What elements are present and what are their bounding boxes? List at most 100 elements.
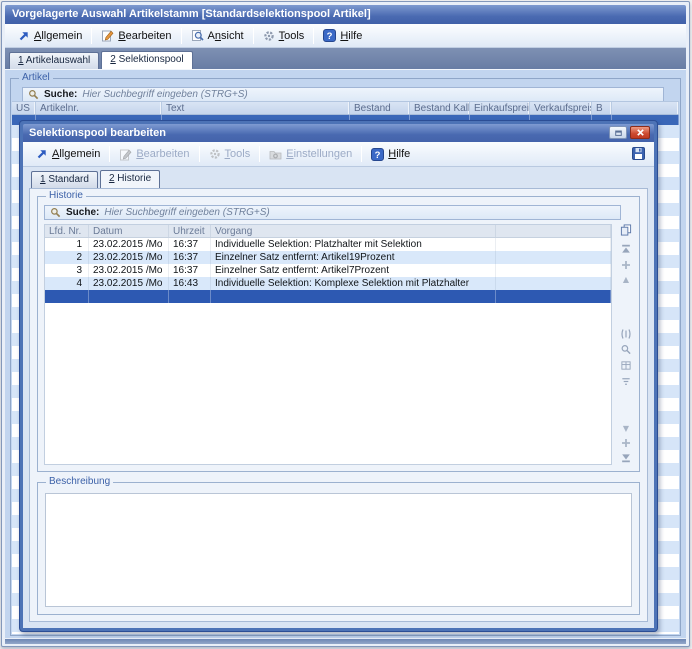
column-header-bestand-kalk[interactable]: Bestand Kalk.	[410, 102, 470, 114]
search-label: Suche:	[44, 89, 77, 100]
tab-standard[interactable]: 1 Standard	[31, 171, 98, 188]
tab-artikelauswahl[interactable]: 1 Artikelauswahl	[9, 52, 99, 69]
menu-item-label: Hilfe	[340, 30, 362, 42]
historie-table-header: Lfd. Nr. Datum Uhrzeit Vorgang	[45, 225, 611, 238]
column-header-datum[interactable]: Datum	[89, 225, 169, 237]
svg-text:?: ?	[375, 150, 381, 161]
svg-text:?: ?	[327, 31, 333, 42]
beschreibung-groupbox: Beschreibung	[37, 482, 640, 615]
menu-item-label: Tools	[279, 30, 305, 42]
filter-lines-icon[interactable]	[621, 376, 632, 387]
menu-item-tools[interactable]: Tools	[255, 24, 313, 47]
step-down-icon[interactable]: ▼	[623, 425, 629, 433]
edit-icon	[101, 29, 114, 42]
menu-item-label: Bearbeiten	[118, 30, 171, 42]
restore-icon	[614, 129, 623, 137]
step-up-icon[interactable]: ▲	[623, 276, 629, 284]
historie-search-bar: Suche:	[44, 205, 621, 220]
column-header-text[interactable]: Text	[162, 102, 350, 114]
menu-item-label: Bearbeiten	[136, 148, 189, 160]
column-header-uhrzeit[interactable]: Uhrzeit	[169, 225, 211, 237]
search-icon	[50, 207, 61, 218]
column-header-lfd-nr[interactable]: Lfd. Nr.	[45, 225, 89, 237]
search-label: Suche:	[66, 207, 99, 218]
menu-item-label: Allgemein	[34, 30, 82, 42]
artikel-group-label: Artikel	[19, 72, 53, 84]
dialog-menu-item-hilfe[interactable]: ? Hilfe	[363, 142, 418, 166]
main-window-title: Vorgelagerte Auswahl Artikelstamm [Stand…	[12, 8, 371, 20]
column-width-icon[interactable]	[620, 328, 632, 340]
menu-item-label: Einstellungen	[286, 148, 352, 160]
move-down-icon[interactable]	[621, 438, 631, 448]
window-bottom-edge	[5, 639, 686, 644]
dialog-body: 1 Standard 2 Historie Historie Suche: Lf…	[23, 167, 654, 628]
scroll-to-bottom-icon[interactable]	[621, 452, 632, 463]
main-window: Vorgelagerte Auswahl Artikelstamm [Stand…	[1, 1, 690, 647]
zoom-icon[interactable]	[621, 344, 632, 355]
dialog-menu-item-allgemein[interactable]: Allgemein	[28, 142, 108, 166]
menu-separator	[313, 28, 314, 44]
dialog-window-buttons	[609, 126, 650, 139]
historie-table: Lfd. Nr. Datum Uhrzeit Vorgang 1 23.02.2…	[44, 224, 612, 465]
dialog-tabstrip: 1 Standard 2 Historie	[29, 170, 648, 188]
menu-item-ansicht[interactable]: Ansicht	[183, 24, 252, 47]
menu-item-allgemein[interactable]: Allgemein	[10, 24, 90, 47]
column-header-filler	[612, 102, 679, 114]
copy-pages-icon[interactable]	[620, 224, 632, 236]
search-icon	[28, 89, 39, 100]
save-icon	[632, 147, 645, 160]
edit-icon	[119, 148, 132, 161]
menu-item-label: Allgemein	[52, 148, 100, 160]
dialog-title: Selektionspool bearbeiten	[29, 127, 166, 139]
column-header-bestand[interactable]: Bestand	[350, 102, 410, 114]
dialog-menu-item-einstellungen[interactable]: Einstellungen	[261, 142, 360, 166]
historie-search-input[interactable]	[104, 207, 615, 219]
menu-separator	[259, 146, 260, 162]
move-up-icon[interactable]	[621, 260, 631, 270]
column-header-vorgang[interactable]: Vorgang	[211, 225, 496, 237]
menu-separator	[361, 146, 362, 162]
close-icon	[636, 128, 645, 137]
beschreibung-textarea[interactable]	[46, 494, 631, 606]
column-header-artikelnr[interactable]: Artikelnr.	[36, 102, 162, 114]
dialog-titlebar[interactable]: Selektionspool bearbeiten	[23, 124, 654, 142]
menu-item-hilfe[interactable]: ? Hilfe	[315, 24, 370, 47]
menu-separator	[91, 28, 92, 44]
table-row[interactable]: 3 23.02.2015 /Mo 16:37 Einzelner Satz en…	[45, 264, 611, 277]
menu-item-label: Ansicht	[208, 30, 244, 42]
historie-groupbox: Historie Suche: Lfd. Nr. Datum Uhrzeit V…	[37, 196, 640, 472]
column-header-verkaufspreis[interactable]: Verkaufspreis	[530, 102, 592, 114]
tab-historie[interactable]: 2 Historie	[100, 170, 160, 188]
column-header-einkaufspreis[interactable]: Einkaufspreis	[470, 102, 530, 114]
tools-icon	[209, 148, 221, 160]
settings-icon	[269, 148, 282, 161]
tab-selektionspool[interactable]: 2 Selektionspool	[101, 51, 192, 69]
table-row[interactable]: 4 23.02.2015 /Mo 16:43 Individuelle Sele…	[45, 277, 611, 290]
menu-item-bearbeiten[interactable]: Bearbeiten	[93, 24, 179, 47]
column-header-us[interactable]: US	[12, 102, 36, 114]
column-header-b[interactable]: B	[592, 102, 612, 114]
main-window-titlebar[interactable]: Vorgelagerte Auswahl Artikelstamm [Stand…	[5, 5, 686, 24]
selektionspool-dialog: Selektionspool bearbeiten Allgemein Bear…	[19, 120, 658, 632]
table-row[interactable]: 1 23.02.2015 /Mo 16:37 Individuelle Sele…	[45, 238, 611, 251]
grid-toolbar: ▲ ▼	[616, 224, 636, 465]
menu-separator	[109, 146, 110, 162]
help-icon: ?	[371, 148, 384, 161]
menu-separator	[199, 146, 200, 162]
artikel-search-bar: Suche:	[22, 87, 664, 102]
restore-button[interactable]	[609, 126, 627, 139]
table-row-selected[interactable]	[45, 290, 611, 303]
artikel-search-input[interactable]	[82, 89, 658, 101]
scroll-to-top-icon[interactable]	[621, 244, 632, 255]
table-sum-icon[interactable]	[621, 360, 632, 371]
main-menubar: Allgemein Bearbeiten Ansicht Tools ? Hil…	[5, 24, 686, 48]
table-row[interactable]: 2 23.02.2015 /Mo 16:37 Einzelner Satz en…	[45, 251, 611, 264]
dialog-menu-item-bearbeiten[interactable]: Bearbeiten	[111, 142, 197, 166]
arrow-up-right-icon	[18, 30, 30, 42]
column-header-filler	[496, 225, 611, 237]
save-button[interactable]	[632, 147, 645, 160]
main-tabstrip: 1 Artikelauswahl 2 Selektionspool	[5, 48, 686, 70]
menu-item-label: Hilfe	[388, 148, 410, 160]
close-button[interactable]	[630, 126, 650, 139]
dialog-menu-item-tools[interactable]: Tools	[201, 142, 259, 166]
